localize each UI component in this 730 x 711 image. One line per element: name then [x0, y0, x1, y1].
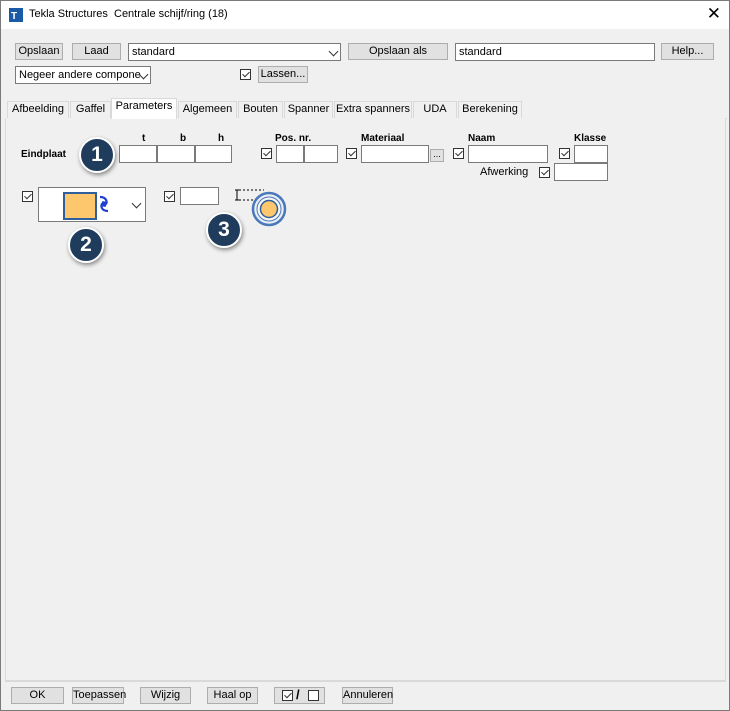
tab-afbeelding[interactable]: Afbeelding [7, 101, 69, 118]
chevron-down-icon [131, 198, 142, 209]
finish-label: Afwerking [480, 166, 529, 178]
thickness-input[interactable] [119, 145, 157, 163]
shape-swatch [63, 192, 97, 220]
tab-extra-spanners[interactable]: Extra spanners [334, 101, 412, 118]
ignore-components-value: Negeer andere compone [19, 69, 141, 81]
tab-algemeen[interactable]: Algemeen [178, 101, 237, 118]
apply-button[interactable]: Toepassen [72, 687, 126, 704]
window-title: Tekla Structures Centrale schijf/ring (1… [29, 8, 228, 20]
preset-value: standard [132, 46, 175, 58]
tab-berekening[interactable]: Berekening [458, 101, 522, 118]
tab-parameters[interactable]: Parameters [111, 98, 177, 119]
svg-text:T: T [11, 11, 17, 22]
callout-2: 2 [68, 227, 104, 263]
pos-nr-checkbox[interactable] [261, 148, 272, 159]
end-plate-label: Eindplaat [21, 149, 67, 160]
material-checkbox[interactable] [346, 148, 357, 159]
swap-arrows-icon [99, 195, 109, 213]
pos-nr-label: Pos. nr. [275, 133, 312, 144]
get-button[interactable]: Haal op [207, 687, 258, 704]
dialog-window: T Tekla Structures Centrale schijf/ring … [0, 0, 730, 711]
callout-1: 1 [79, 137, 115, 173]
load-button[interactable]: Laad [72, 43, 121, 60]
save-as-button[interactable]: Opslaan als [348, 43, 448, 60]
checkbox-checked-icon [282, 690, 293, 701]
app-name: Tekla Structures [29, 8, 108, 20]
shape-picker[interactable] [38, 187, 146, 222]
toggle-all-button[interactable]: / [274, 687, 325, 704]
pos-prefix-input[interactable] [276, 145, 304, 163]
save-button[interactable]: Opslaan [15, 43, 63, 60]
tab-bouten[interactable]: Bouten [238, 101, 283, 118]
class-label: Klasse [574, 133, 607, 144]
ignore-components-combo[interactable]: Negeer andere compone [15, 66, 151, 84]
save-as-name-input[interactable]: standard [455, 43, 655, 61]
tab-uda[interactable]: UDA [413, 101, 457, 118]
width-input[interactable] [157, 145, 195, 163]
close-icon[interactable]: ✕ [707, 4, 721, 24]
column-h-label: h [218, 133, 225, 144]
checkbox-unchecked-icon [308, 690, 319, 701]
callout-3: 3 [206, 212, 242, 248]
ring-icon[interactable] [251, 191, 289, 229]
footer-separator [5, 681, 726, 682]
column-t-label: t [142, 133, 146, 144]
title-bar: T Tekla Structures Centrale schijf/ring … [1, 1, 729, 29]
chevron-down-icon [328, 46, 339, 57]
offset-input[interactable] [180, 187, 219, 205]
preset-combo[interactable]: standard [128, 43, 341, 61]
help-button[interactable]: Help... [661, 43, 714, 60]
dialog-title: Centrale schijf/ring (18) [114, 8, 228, 20]
tab-gaffel[interactable]: Gaffel [70, 101, 111, 118]
ok-button[interactable]: OK [11, 687, 64, 704]
cancel-button[interactable]: Annuleren [342, 687, 393, 704]
name-input[interactable] [468, 145, 548, 163]
offset-checkbox[interactable] [164, 191, 175, 202]
finish-checkbox[interactable] [539, 167, 550, 178]
pos-start-input[interactable] [304, 145, 338, 163]
material-input[interactable] [361, 145, 429, 163]
finish-input[interactable] [554, 163, 608, 181]
welds-checkbox[interactable] [240, 69, 251, 80]
welds-button[interactable]: Lassen... [258, 66, 308, 83]
modify-button[interactable]: Wijzig [140, 687, 191, 704]
toggle-separator: / [296, 687, 300, 702]
material-label: Materiaal [361, 133, 405, 144]
tekla-app-icon: T [9, 8, 23, 22]
class-input[interactable] [574, 145, 608, 163]
height-input[interactable] [195, 145, 232, 163]
column-b-label: b [180, 133, 187, 144]
shape-checkbox[interactable] [22, 191, 33, 202]
tab-spanner[interactable]: Spanner [284, 101, 333, 118]
material-browse-button[interactable]: ... [430, 149, 444, 162]
name-checkbox[interactable] [453, 148, 464, 159]
class-checkbox[interactable] [559, 148, 570, 159]
parameters-panel: t b h Pos. nr. Materiaal Naam Klasse Ein… [5, 118, 726, 681]
name-label: Naam [468, 133, 496, 144]
